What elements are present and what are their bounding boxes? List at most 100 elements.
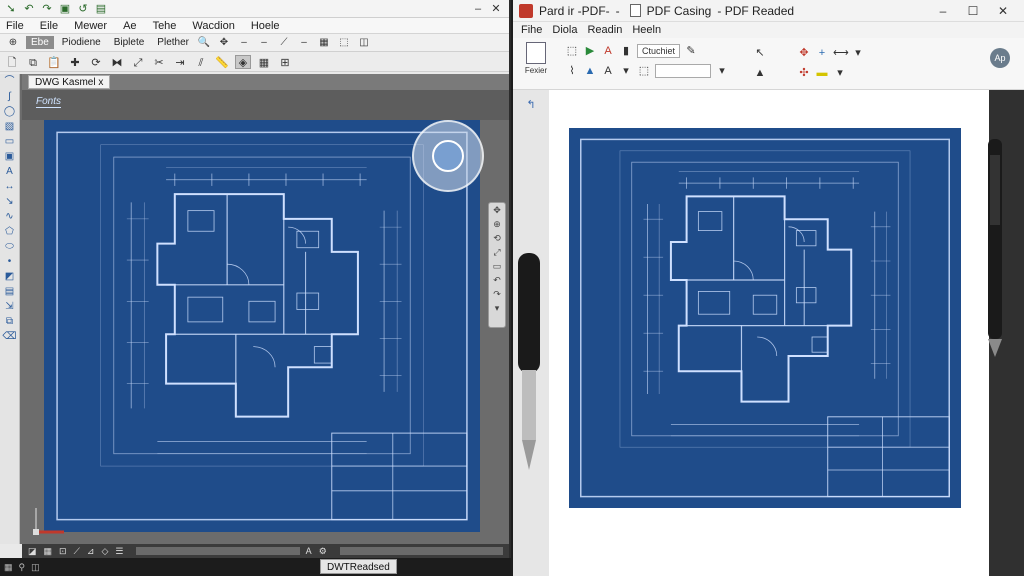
pdf-close-button[interactable]: ✕	[988, 4, 1018, 18]
text-tool-icon[interactable]: A	[0, 164, 19, 179]
pdf-lasso-icon[interactable]: ⌇	[565, 64, 579, 78]
redo-icon[interactable]: ↷	[40, 3, 54, 15]
nav-prev-icon[interactable]: ↶	[489, 273, 505, 287]
doc-tab-dwg[interactable]: DWG Kasmel x	[28, 75, 111, 89]
region-icon[interactable]: ◩	[0, 269, 19, 284]
pdf-text-icon[interactable]: A	[601, 64, 615, 78]
pdf-play-icon[interactable]: ▶	[583, 44, 597, 58]
pdf-plus-icon[interactable]: +	[815, 46, 829, 60]
pdf-highlight-icon[interactable]: ▮	[619, 44, 633, 58]
pdf-select-icon[interactable]: ⬚	[565, 44, 579, 58]
spline-icon[interactable]: ∿	[0, 209, 19, 224]
menu-wacdion[interactable]: Wacdion	[192, 20, 234, 32]
menu-fihe[interactable]: Fihe	[521, 24, 542, 36]
line2-icon[interactable]: –	[257, 37, 271, 49]
trim-icon[interactable]: ✂	[151, 55, 167, 69]
nav-window-icon[interactable]: ▭	[489, 259, 505, 273]
menu-mewer[interactable]: Mewer	[74, 20, 107, 32]
new-doc-icon[interactable]: 🗋	[4, 55, 20, 69]
close-button-left[interactable]: ✕	[487, 2, 505, 15]
tab-piodiene[interactable]: Piodiene	[57, 36, 106, 49]
pdf-side-arrow-icon[interactable]: ↰	[513, 98, 549, 111]
scale-icon[interactable]: ⤢	[130, 55, 146, 69]
pdf-dropdown-icon[interactable]: ▾	[619, 64, 633, 78]
status-ortho-icon[interactable]: ⟋	[74, 546, 80, 557]
task-search-icon[interactable]: ⚲	[19, 562, 26, 573]
steering-wheel-icon[interactable]	[412, 120, 484, 192]
style-combo[interactable]: Ctuchiet	[637, 44, 681, 58]
print-icon[interactable]: ▤	[94, 3, 108, 15]
table-icon[interactable]: ▤	[0, 284, 19, 299]
model-label[interactable]: Fonts	[36, 96, 62, 108]
block-icon[interactable]: ▣	[0, 149, 19, 164]
nav-more-icon[interactable]: ▾	[489, 301, 505, 315]
tab-ebe[interactable]: Ebe	[26, 36, 54, 49]
save-icon[interactable]: ▣	[58, 3, 72, 15]
rotate-icon[interactable]: ⟳	[88, 55, 104, 69]
status-snap-icon[interactable]: ⊡	[59, 546, 67, 557]
app-arrow-icon[interactable]: ➘	[4, 3, 18, 15]
menu-file[interactable]: File	[6, 20, 24, 32]
status-annot-icon[interactable]: A	[306, 546, 312, 556]
status-lw-icon[interactable]: ☰	[115, 546, 123, 557]
extend-icon[interactable]: ⇥	[172, 55, 188, 69]
ellipse-icon[interactable]: ⬭	[0, 239, 19, 254]
menu-heeln[interactable]: Heeln	[632, 24, 661, 36]
menu-ae[interactable]: Ae	[123, 20, 136, 32]
pan-icon[interactable]: ✥	[217, 37, 231, 49]
status-model-icon[interactable]: ◪	[28, 546, 37, 557]
pdf-size-combo[interactable]	[655, 64, 711, 78]
nav-pan-icon[interactable]: ✥	[489, 203, 505, 217]
layer-icon[interactable]: ◫	[357, 37, 371, 49]
menu-hoele[interactable]: Hoele	[251, 20, 280, 32]
undo2-icon[interactable]: ↺	[76, 3, 90, 15]
export-button[interactable]: Fexier	[521, 42, 551, 86]
snap-icon[interactable]: ◈	[235, 54, 251, 69]
dimension-icon[interactable]: ↔	[0, 179, 19, 194]
account-avatar[interactable]: Ap	[990, 48, 1010, 68]
blueprint-canvas-right[interactable]	[569, 128, 961, 508]
grid-icon[interactable]: ▦	[256, 55, 272, 69]
line-icon[interactable]: –	[237, 37, 251, 49]
point-icon[interactable]: •	[0, 254, 19, 269]
mirror-icon[interactable]: ⧓	[109, 55, 125, 69]
undo-icon[interactable]: ↶	[22, 3, 36, 15]
status-polar-icon[interactable]: ⊿	[87, 546, 95, 557]
pdf-pen-icon[interactable]: ✎	[684, 44, 698, 58]
properties-icon[interactable]: ▦	[317, 37, 331, 49]
pdf-dd2-icon[interactable]: ▾	[833, 66, 847, 80]
menu-readin[interactable]: Readin	[587, 24, 622, 36]
menu-eile[interactable]: Eile	[40, 20, 58, 32]
select-icon[interactable]: ⬚	[337, 37, 351, 49]
steering-wheel-center[interactable]	[432, 140, 464, 172]
pdf-measure-icon[interactable]: ⟷	[833, 46, 849, 60]
status-ws-icon[interactable]: ⚙	[319, 546, 327, 557]
pdf-combo-arrow-icon[interactable]: ▾	[715, 64, 729, 78]
minimize-button[interactable]: –	[469, 3, 487, 15]
move-icon[interactable]: ✚	[67, 55, 83, 69]
taskbar-app-dwt[interactable]: DWTReadsed	[320, 559, 397, 574]
doc-tab-close-icon[interactable]: x	[98, 77, 103, 88]
tab-plether[interactable]: Plether	[152, 36, 194, 49]
leader-icon[interactable]: ↘	[0, 194, 19, 209]
pdf-move-icon[interactable]: ✥	[797, 46, 811, 60]
pdf-dd1-icon[interactable]: ▾	[851, 46, 865, 60]
xref-icon[interactable]: ⧉	[0, 314, 19, 329]
copy-icon[interactable]: ⧉	[25, 55, 41, 69]
pdf-shape-icon[interactable]: ▲	[583, 64, 597, 78]
tab-biplete[interactable]: Biplete	[109, 36, 150, 49]
insert-icon[interactable]: ⇲	[0, 299, 19, 314]
offset-icon[interactable]: ⫽	[193, 55, 209, 69]
circle-plus-icon[interactable]: ⊕	[6, 37, 20, 49]
nav-zoom-icon[interactable]: ⊕	[489, 217, 505, 231]
start-icon[interactable]: ▦	[4, 562, 13, 573]
pdf-stamp-icon[interactable]: ⬚	[637, 64, 651, 78]
measure-icon[interactable]: 📏	[214, 55, 230, 69]
pdf-triangle-icon[interactable]: ▲	[753, 66, 767, 80]
circle-icon[interactable]: ◯	[0, 104, 19, 119]
hatch-icon[interactable]: ▧	[0, 119, 19, 134]
paste-icon[interactable]: 📋	[46, 55, 62, 69]
pdf-minimize-button[interactable]: –	[928, 4, 958, 18]
polyline-icon[interactable]: ⟋	[277, 37, 291, 49]
arc-icon[interactable]: ⌒	[0, 74, 19, 89]
